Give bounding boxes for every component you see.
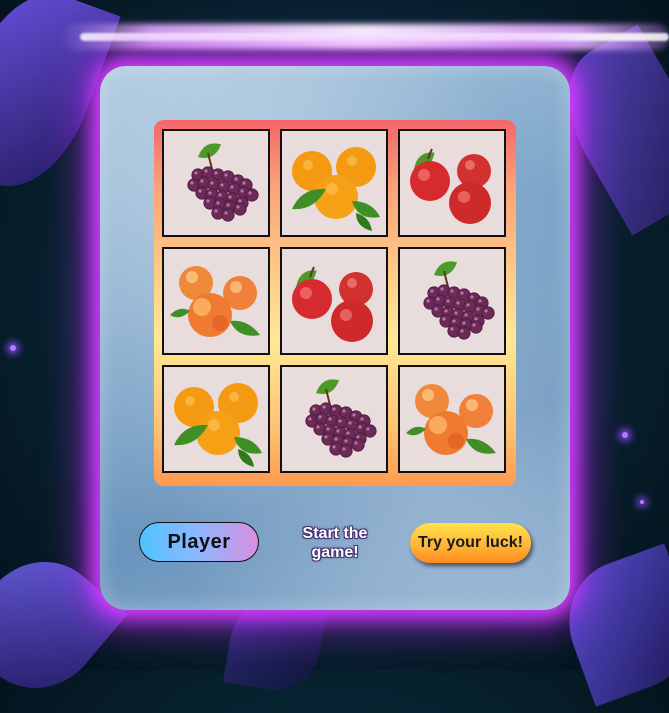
oranges-icon bbox=[292, 147, 380, 231]
glow-dot-decoration bbox=[640, 500, 644, 504]
slot-cell-apples bbox=[398, 129, 506, 237]
slot-board bbox=[154, 120, 516, 486]
peaches-icon bbox=[170, 266, 260, 337]
peaches-icon bbox=[406, 384, 496, 455]
game-status-text: Start the game! bbox=[302, 525, 368, 561]
slot-cell-oranges bbox=[162, 365, 270, 473]
oranges-icon bbox=[174, 383, 262, 467]
slot-cell-grapes bbox=[280, 365, 388, 473]
slot-cell-oranges bbox=[280, 129, 388, 237]
apples-icon bbox=[292, 266, 373, 342]
grapes-icon bbox=[423, 261, 495, 340]
apples-icon bbox=[410, 148, 491, 224]
try-your-luck-button[interactable]: Try your luck! bbox=[410, 523, 531, 563]
slot-cell-peaches bbox=[162, 247, 270, 355]
slot-cell-peaches bbox=[398, 365, 506, 473]
slot-cell-grapes bbox=[162, 129, 270, 237]
slot-cell-grapes bbox=[398, 247, 506, 355]
neon-light-core bbox=[80, 33, 669, 41]
glow-dot-decoration bbox=[10, 345, 16, 351]
glow-dot-decoration bbox=[622, 432, 628, 438]
slot-cell-apples bbox=[280, 247, 388, 355]
player-button[interactable]: Player bbox=[139, 522, 259, 562]
grapes-icon bbox=[187, 143, 259, 222]
grapes-icon bbox=[305, 379, 377, 458]
